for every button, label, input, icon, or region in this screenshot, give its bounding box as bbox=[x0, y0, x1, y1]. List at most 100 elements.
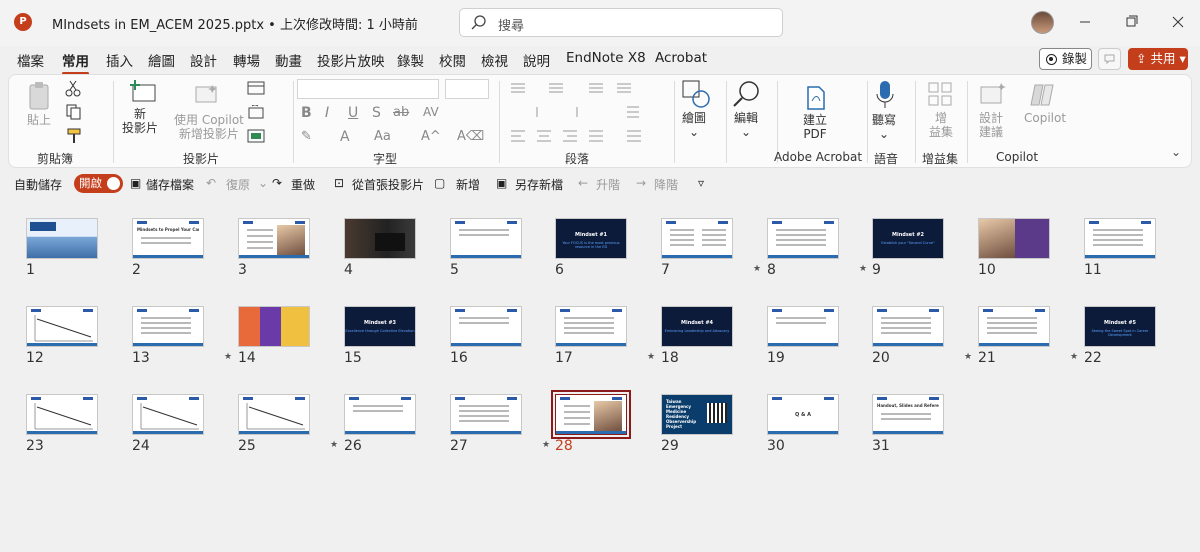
strikethrough-icon[interactable]: ab bbox=[393, 105, 409, 120]
save-icon[interactable]: ▣ bbox=[130, 176, 141, 190]
format-painter-icon[interactable] bbox=[65, 127, 83, 145]
slide-thumbnail[interactable] bbox=[132, 306, 204, 347]
menu-record[interactable]: 錄製 bbox=[397, 50, 424, 70]
demote-icon[interactable]: → bbox=[636, 176, 646, 190]
menu-acrobat[interactable]: Acrobat bbox=[655, 50, 707, 66]
shapes-icon[interactable] bbox=[681, 79, 711, 109]
menu-draw[interactable]: 繪圖 bbox=[148, 50, 175, 70]
slide-thumbnail[interactable] bbox=[344, 394, 416, 435]
new-file-icon[interactable]: ▢ bbox=[434, 176, 445, 190]
slide-thumbnail-cell[interactable]: 13 ★ bbox=[132, 306, 232, 366]
addins-label[interactable]: 增 益集 bbox=[929, 111, 953, 139]
create-pdf-icon[interactable] bbox=[804, 85, 828, 111]
menu-view[interactable]: 檢視 bbox=[481, 50, 508, 70]
slide-thumbnail[interactable]: Taiwan Emergency Medicine Residency Obse… bbox=[661, 394, 733, 435]
font-name-select[interactable] bbox=[297, 79, 439, 99]
slide-thumbnail-cell[interactable]: Taiwan Emergency Medicine Residency Obse… bbox=[661, 394, 761, 454]
demote-button[interactable]: 降階 bbox=[654, 176, 678, 193]
slide-thumbnail-cell[interactable]: 24 bbox=[132, 394, 232, 454]
slide-thumbnail-cell[interactable]: Mindset #5 Seeing the Sweet Spot in Caree… bbox=[1084, 306, 1184, 366]
document-title[interactable]: MIndsets in EM_ACEM 2025.pptx • 上次修改時間: … bbox=[52, 14, 418, 33]
minimize-icon[interactable] bbox=[1070, 10, 1100, 34]
slide-thumbnail-cell[interactable]: 26 bbox=[344, 394, 444, 454]
change-case-icon[interactable]: Aa bbox=[374, 129, 391, 144]
slide-thumbnail-cell[interactable]: 7 ★ bbox=[661, 218, 761, 278]
slide-thumbnail[interactable] bbox=[872, 306, 944, 347]
copy-icon[interactable] bbox=[65, 103, 83, 121]
slide-thumbnail[interactable] bbox=[344, 218, 416, 259]
slide-thumbnail-cell[interactable]: Mindset #4 Embracing Leadership and Advoc… bbox=[661, 306, 761, 366]
slideshow-icon[interactable]: ⊡ bbox=[334, 176, 344, 190]
copilot-new-slide-label[interactable]: 使用 Copilot 新增投影片 bbox=[174, 113, 244, 141]
slide-thumbnail[interactable] bbox=[26, 394, 98, 435]
collapse-ribbon-icon[interactable]: ⌄ bbox=[1171, 145, 1181, 159]
menu-slideshow[interactable]: 投影片放映 bbox=[317, 50, 385, 70]
promote-button[interactable]: 升階 bbox=[596, 176, 620, 193]
slide-thumbnail-cell[interactable]: 17 ★ bbox=[555, 306, 655, 366]
layout-icon[interactable] bbox=[247, 81, 265, 95]
new-slide-label[interactable]: 新 投影片 bbox=[122, 107, 158, 135]
slide-thumbnail[interactable] bbox=[1084, 218, 1156, 259]
redo-icon[interactable]: ↷ bbox=[272, 176, 282, 190]
slide-thumbnail-cell[interactable]: 8 ★ bbox=[767, 218, 867, 278]
clear-format-icon[interactable]: A⌫ bbox=[457, 129, 484, 144]
slide-thumbnail-cell[interactable]: 27 ★ bbox=[450, 394, 550, 454]
font-color-icon[interactable]: A bbox=[340, 129, 350, 145]
slide-thumbnail-cell[interactable]: 4 bbox=[344, 218, 444, 278]
reset-icon[interactable] bbox=[247, 105, 265, 121]
slide-thumbnail-cell[interactable]: 1 bbox=[26, 218, 126, 278]
slide-thumbnail[interactable] bbox=[661, 218, 733, 259]
slide-thumbnail-cell[interactable]: Mindset #1 Your FOCUS is the most preciou… bbox=[555, 218, 655, 278]
slide-thumbnail-cell[interactable]: 23 bbox=[26, 394, 126, 454]
paste-icon[interactable] bbox=[27, 81, 53, 111]
slide-thumbnail-cell[interactable]: 12 bbox=[26, 306, 126, 366]
cut-icon[interactable] bbox=[65, 79, 81, 97]
slide-thumbnail[interactable] bbox=[555, 306, 627, 347]
slide-thumbnail-cell[interactable]: 16 bbox=[450, 306, 550, 366]
menu-animations[interactable]: 動畫 bbox=[275, 50, 302, 70]
menu-file[interactable]: 檔案 bbox=[17, 50, 44, 70]
char-spacing-icon[interactable]: AV bbox=[423, 105, 439, 119]
copilot-button-label[interactable]: Copilot bbox=[1024, 111, 1066, 125]
slide-thumbnail[interactable] bbox=[26, 218, 98, 259]
save-as-icon[interactable]: ▣ bbox=[496, 176, 507, 190]
slide-thumbnail[interactable]: Mindset #5 Seeing the Sweet Spot in Caree… bbox=[1084, 306, 1156, 347]
slide-thumbnail[interactable] bbox=[238, 218, 310, 259]
from-start-button[interactable]: 從首張投影片 bbox=[352, 176, 424, 193]
restore-icon[interactable] bbox=[1117, 10, 1147, 34]
menu-transitions[interactable]: 轉場 bbox=[233, 50, 260, 70]
save-file-button[interactable]: 儲存檔案 bbox=[146, 176, 194, 193]
save-as-button[interactable]: 另存新檔 bbox=[515, 176, 563, 193]
menu-insert[interactable]: 插入 bbox=[106, 50, 133, 70]
editing-label[interactable]: 編輯 ⌄ bbox=[734, 111, 758, 139]
slide-thumbnail[interactable]: Q & A bbox=[767, 394, 839, 435]
slide-thumbnail-cell[interactable]: 25 ★ bbox=[238, 394, 338, 454]
slide-thumbnail-cell[interactable]: 5 bbox=[450, 218, 550, 278]
section-icon[interactable] bbox=[247, 129, 265, 143]
record-button[interactable]: 錄製 bbox=[1039, 48, 1092, 70]
dictate-label[interactable]: 聽寫 ⌄ bbox=[872, 113, 896, 141]
slide-thumbnail[interactable] bbox=[450, 394, 522, 435]
copilot-new-slide-icon[interactable] bbox=[194, 83, 220, 105]
slide-thumbnail[interactable] bbox=[767, 218, 839, 259]
highlight-icon[interactable]: ✎ bbox=[301, 129, 312, 144]
slide-thumbnail[interactable] bbox=[132, 394, 204, 435]
promote-icon[interactable]: ← bbox=[578, 176, 588, 190]
slide-thumbnail[interactable]: Mindset #2 Establish your "Second Curve" bbox=[872, 218, 944, 259]
paste-label[interactable]: 貼上 bbox=[27, 113, 51, 127]
slide-thumbnail-cell[interactable]: 14 bbox=[238, 306, 338, 366]
slide-thumbnail[interactable] bbox=[978, 306, 1050, 347]
slide-thumbnail-cell[interactable]: Mindset #3 Excellence through Collective … bbox=[344, 306, 444, 366]
redo-button[interactable]: 重做 bbox=[291, 176, 315, 193]
customize-toolbar-icon[interactable]: ▿ bbox=[698, 176, 704, 190]
drawing-label[interactable]: 繪圖 ⌄ bbox=[682, 111, 706, 139]
slide-thumbnail[interactable]: Mindset #1 Your FOCUS is the most preciou… bbox=[555, 218, 627, 259]
menu-review[interactable]: 校閱 bbox=[439, 50, 466, 70]
slide-thumbnail-cell[interactable]: 21 ★ bbox=[978, 306, 1078, 366]
autosave-toggle[interactable]: 開啟 bbox=[74, 174, 123, 193]
slide-thumbnail-cell[interactable]: Mindsets to Propel Your Career in Emerge… bbox=[132, 218, 232, 278]
share-button[interactable]: ⇪ 共用 ▾ bbox=[1128, 48, 1188, 70]
undo-button[interactable]: 復原 bbox=[226, 176, 250, 193]
menu-help[interactable]: 說明 bbox=[523, 50, 550, 70]
microphone-icon[interactable] bbox=[875, 79, 895, 111]
